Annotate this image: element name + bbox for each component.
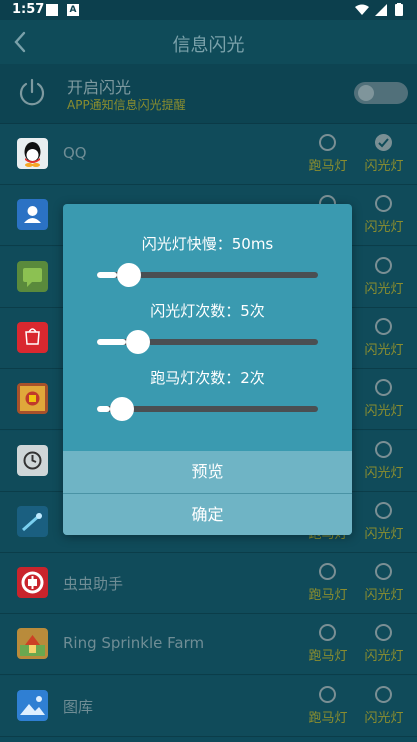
flash-count-label: 闪光灯次数：5次: [150, 302, 265, 320]
flash-count-slider[interactable]: [97, 330, 318, 354]
slider-fill: [97, 406, 111, 412]
speed-slider[interactable]: [97, 263, 318, 287]
slider-thumb[interactable]: [125, 330, 150, 354]
slider-thumb[interactable]: [110, 397, 135, 421]
confirm-button[interactable]: 确定: [63, 494, 352, 535]
preview-button[interactable]: 预览: [63, 451, 352, 493]
run-count-slider[interactable]: [97, 397, 318, 421]
flash-settings-dialog: 闪光灯快慢：50ms 闪光灯次数：5次 跑马灯次数：2次 预览 确定: [63, 204, 352, 535]
screen: 1:57 A 信息闪光 开启闪光 APP通知信息闪光提醒 QQ跑马灯闪光灯跑马灯…: [0, 0, 417, 742]
run-count-label: 跑马灯次数：2次: [150, 369, 265, 387]
slider-fill: [97, 339, 126, 345]
speed-label: 闪光灯快慢：50ms: [141, 235, 274, 253]
slider-fill: [97, 272, 117, 278]
slider-thumb[interactable]: [116, 263, 141, 287]
